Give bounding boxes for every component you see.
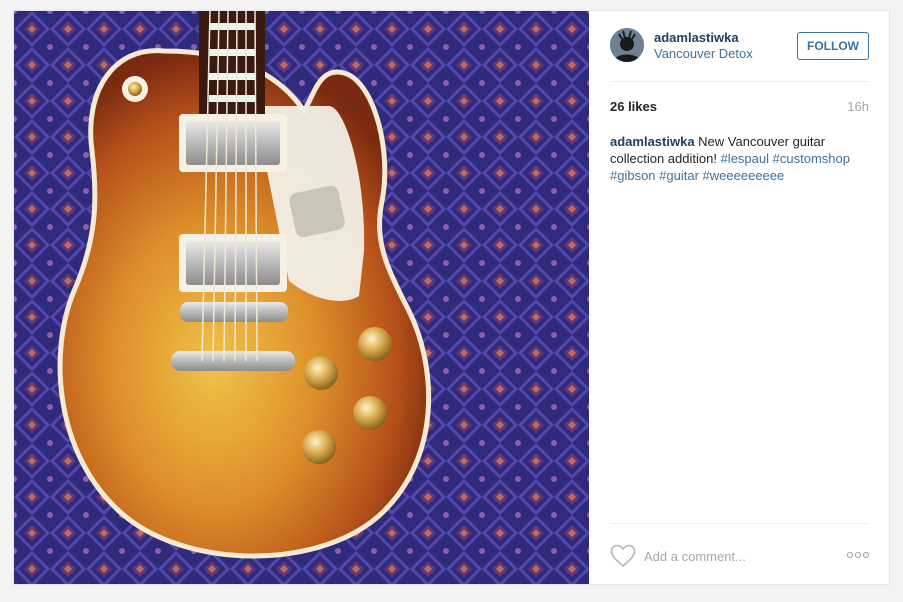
hashtag-link[interactable]: #weeeeeeeee (703, 168, 785, 183)
post-location[interactable]: Vancouver Detox (654, 46, 753, 61)
post-timestamp[interactable]: 16h (847, 99, 869, 114)
post-header: adamlastiwka Vancouver Detox FOLLOW (610, 11, 869, 82)
follow-button[interactable]: FOLLOW (797, 32, 869, 60)
hashtag-link[interactable]: #guitar (659, 168, 699, 183)
guitar-photo (14, 11, 589, 584)
author-username[interactable]: adamlastiwka (654, 30, 739, 45)
post-footer (610, 523, 869, 585)
hashtag-link[interactable]: #gibson (610, 168, 656, 183)
dot (863, 552, 869, 558)
avatar[interactable] (610, 28, 644, 62)
comment-input[interactable] (644, 546, 834, 566)
post-caption: adamlastiwka New Vancouver guitar collec… (610, 133, 869, 184)
post-sidebar: adamlastiwka Vancouver Detox FOLLOW 26 l… (610, 11, 869, 584)
hashtag-link[interactable]: #lespaul (721, 151, 769, 166)
like-heart-icon[interactable] (610, 544, 636, 568)
dot (847, 552, 853, 558)
dot (855, 552, 861, 558)
post-card: adamlastiwka Vancouver Detox FOLLOW 26 l… (13, 10, 890, 585)
more-options-icon[interactable] (847, 547, 869, 563)
likes-count[interactable]: 26 likes (610, 99, 657, 114)
post-photo[interactable] (14, 11, 589, 584)
caption-username[interactable]: adamlastiwka (610, 134, 695, 149)
hashtag-link[interactable]: #customshop (773, 151, 850, 166)
profile-avatar-icon (610, 28, 644, 62)
